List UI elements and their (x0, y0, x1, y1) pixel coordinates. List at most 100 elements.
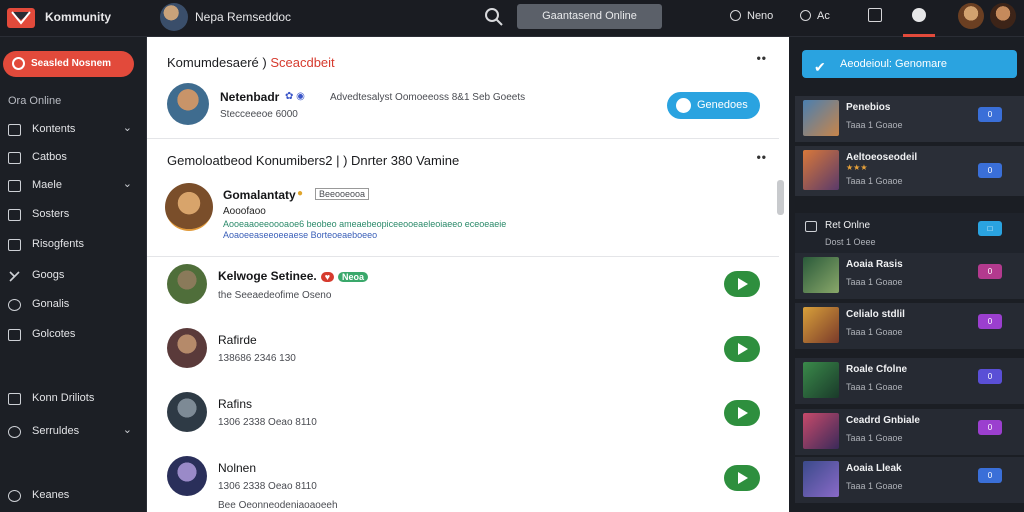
card-1-action-button[interactable]: Genedoes (667, 92, 760, 119)
right-section-button[interactable]: □ (978, 221, 1002, 236)
sidebar-cta-button[interactable]: Seasled Nosnem (3, 51, 134, 77)
right-card-thumb (803, 362, 839, 398)
sidebar-item-label: Serruldes (32, 425, 80, 437)
post-4-meta: 1306 2338 Oeao 8110 (218, 481, 317, 492)
right-card-name: Aoaia Rasis (846, 259, 903, 270)
card-1-sub: Stecceeeoe 6000 (220, 109, 298, 120)
card-1-avatar[interactable] (167, 83, 209, 125)
card-1-meta: Advedtesalyst Oomoeeoss 8&1 Seb Goeets (330, 92, 526, 103)
right-card-name: Aeltoeoseodeil (846, 152, 918, 163)
post-4-play-button[interactable] (724, 465, 760, 491)
sidebar-item-10[interactable]: Serruldes ⌄ (8, 423, 138, 443)
profile-avatar[interactable] (990, 3, 1016, 29)
right-card-name: Penebios (846, 102, 891, 113)
right-card-sub: Taaa 1 Goaoe (846, 481, 903, 491)
right-section-sub: Dost 1 Oeee (825, 237, 876, 247)
more-options-icon[interactable]: •• (757, 51, 767, 65)
sidebar-item-3[interactable]: Maele ⌄ (8, 177, 138, 197)
post-1-play-button[interactable] (724, 271, 760, 297)
post-4-avatar[interactable] (167, 456, 207, 496)
top-link-2-label: Ac (817, 10, 830, 22)
tag-icon (8, 329, 21, 341)
top-link-1[interactable]: Neno (730, 10, 773, 22)
play-icon (738, 407, 748, 419)
sidebar-cta-label: Seasled Nosnem (31, 58, 112, 69)
compass-icon (8, 299, 21, 311)
sidebar-item-1[interactable]: Kontents ⌄ (8, 121, 138, 141)
divider (147, 138, 779, 139)
wrench-icon (8, 270, 21, 282)
sidebar-item-label: Catbos (32, 151, 67, 163)
post-3-meta: 1306 2338 Oeao 8110 (218, 417, 317, 428)
sidebar-item-4[interactable]: Sosters (8, 206, 138, 226)
right-card-4[interactable]: Celialo stdlil Taaa 1 Goaoe 0 (795, 303, 1024, 349)
settings-icon (8, 490, 21, 502)
post-3-name[interactable]: Rafins (218, 397, 252, 411)
post-1-name[interactable]: Kelwoge Setinee. ♥ Neoa (218, 269, 369, 283)
right-card-button[interactable]: 0 (978, 264, 1002, 279)
right-card-button[interactable]: 0 (978, 468, 1002, 483)
post-4-sub: Bee Oeonneodeniaoaoeeh (218, 500, 338, 511)
sidebar-item-7[interactable]: Gonalis (8, 296, 138, 316)
search-icon (8, 426, 21, 438)
post-2-avatar[interactable] (167, 328, 207, 368)
home-tab[interactable] (903, 0, 935, 37)
search-icon[interactable] (484, 7, 504, 27)
online-button[interactable]: Gaantasend Online (517, 4, 662, 29)
chevron-down-icon: ⌄ (122, 122, 132, 134)
card-1-name[interactable]: Netenbadr (220, 90, 279, 104)
right-card-button[interactable]: 0 (978, 163, 1002, 178)
right-card-1[interactable]: Penebios Taaa 1 Goaoe 0 (795, 96, 1024, 142)
card-2-name[interactable]: Gomalantaty (223, 188, 296, 202)
sidebar-item-label: Maele (32, 179, 62, 191)
page-title: Nepa Remseddoc (195, 10, 292, 24)
right-card-button[interactable]: 0 (978, 314, 1002, 329)
post-4-name[interactable]: Nolnen (218, 461, 256, 475)
top-link-2[interactable]: Ac (800, 10, 830, 22)
right-card-5[interactable]: Roale Cfolne Taaa 1 Goaoe 0 (795, 358, 1024, 404)
message-icon[interactable] (868, 8, 882, 22)
right-card-button[interactable]: 0 (978, 107, 1002, 122)
post-1-avatar[interactable] (167, 264, 207, 304)
user-avatar[interactable] (160, 3, 188, 31)
right-card-sub: Taaa 1 Goaoe (846, 382, 903, 392)
card-2-avatar[interactable] (165, 183, 213, 231)
right-cta-label: Aeodeioul: Genomare (840, 58, 948, 70)
right-card-7[interactable]: Aoaia Lleak Taaa 1 Goaoe 0 (795, 457, 1024, 503)
right-card-3[interactable]: Aoaia Rasis Taaa 1 Goaoe 0 (795, 253, 1024, 299)
card-2-line-2: Aoaoeeaseeoeeaese Borteoeaeboeeo (223, 230, 378, 240)
right-card-name: Ceadrd Gnbiale (846, 415, 920, 426)
right-card-2[interactable]: Aeltoeoseodeil ★★★ Taaa 1 Goaoe 0 (795, 146, 1024, 196)
post-3-avatar[interactable] (167, 392, 207, 432)
more-options-icon[interactable]: •• (757, 150, 767, 164)
post-2-name[interactable]: Rafirde (218, 333, 257, 347)
sidebar-item-label: Golcotes (32, 328, 76, 340)
sidebar-item-11[interactable]: Keanes (8, 487, 138, 507)
brand-name[interactable]: Kommunity (45, 10, 111, 24)
right-card-button[interactable]: 0 (978, 420, 1002, 435)
sidebar-item-8[interactable]: Golcotes (8, 326, 138, 346)
feed-scrollbar[interactable] (777, 180, 784, 215)
right-card-name: Celialo stdlil (846, 309, 905, 320)
sidebar-item-9[interactable]: Konn Driliots (8, 390, 138, 410)
sidebar-item-5[interactable]: Risogfents (8, 236, 138, 256)
post-2-play-button[interactable] (724, 336, 760, 362)
right-card-6[interactable]: Ceadrd Gnbiale Taaa 1 Goaoe 0 (795, 409, 1024, 455)
main-feed: Komumdesaeré ) Sceacdbeit •• Netenbadr ✿… (147, 37, 789, 512)
chevron-down-icon: ⌄ (122, 424, 132, 436)
calendar-icon (8, 393, 21, 405)
right-card-name: Roale Cfolne (846, 364, 908, 375)
right-card-button[interactable]: 0 (978, 369, 1002, 384)
card-2-sub: Aooofaoo (223, 206, 266, 217)
sidebar-item-2[interactable]: Catbos (8, 149, 138, 169)
trophy-icon: ● (297, 188, 304, 199)
clock-icon (800, 10, 811, 21)
right-cta-button[interactable]: ✔ Aeodeioul: Genomare (802, 50, 1017, 78)
right-panel: ✔ Aeodeioul: Genomare Penebios Taaa 1 Goa… (789, 37, 1024, 512)
sidebar-item-label: Konn Driliots (32, 392, 95, 404)
sidebar-item-6[interactable]: Googs (8, 267, 138, 287)
app-logo-icon[interactable] (6, 6, 36, 30)
friend-avatar[interactable] (958, 3, 984, 29)
post-3-play-button[interactable] (724, 400, 760, 426)
monitor-icon (805, 221, 817, 232)
